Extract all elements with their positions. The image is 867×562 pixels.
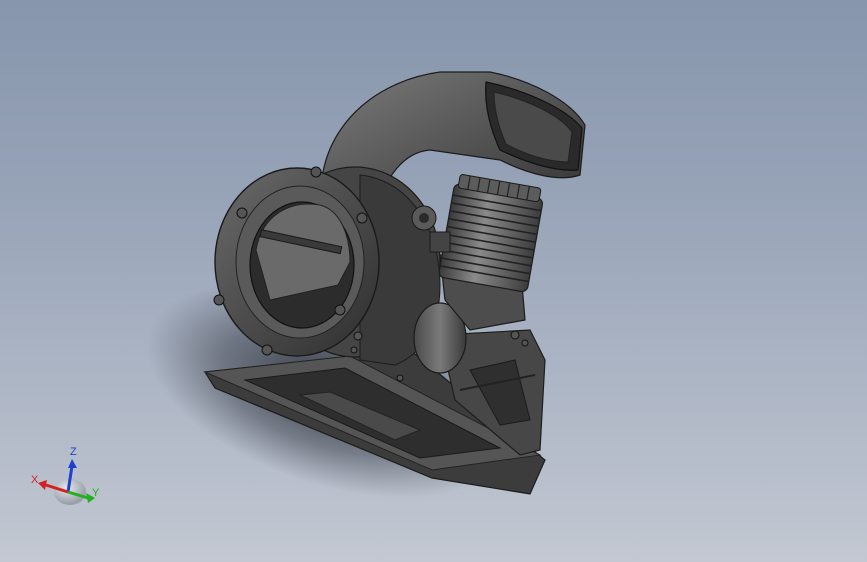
bolt xyxy=(353,331,363,341)
graphics-viewport[interactable] xyxy=(0,0,867,562)
x-arrow-icon xyxy=(38,480,47,490)
bolt xyxy=(213,294,225,306)
orientation-triad: Z X Y xyxy=(31,446,100,505)
mount-bolt xyxy=(521,339,529,347)
carb-linkage xyxy=(429,231,451,253)
mount-bolt xyxy=(510,330,520,340)
bolt xyxy=(334,304,346,316)
bolt xyxy=(356,212,368,224)
bolt xyxy=(350,346,358,354)
bolt xyxy=(236,207,248,219)
carb-throat xyxy=(419,213,429,223)
engine-cylinder[interactable] xyxy=(438,173,545,293)
bolt xyxy=(261,344,273,356)
x-axis-label: X xyxy=(31,474,39,486)
z-arrow-icon xyxy=(68,459,77,468)
y-axis-label: Y xyxy=(92,487,100,499)
bolt xyxy=(310,166,322,178)
z-axis-label: Z xyxy=(70,446,77,458)
bolt xyxy=(396,374,404,382)
